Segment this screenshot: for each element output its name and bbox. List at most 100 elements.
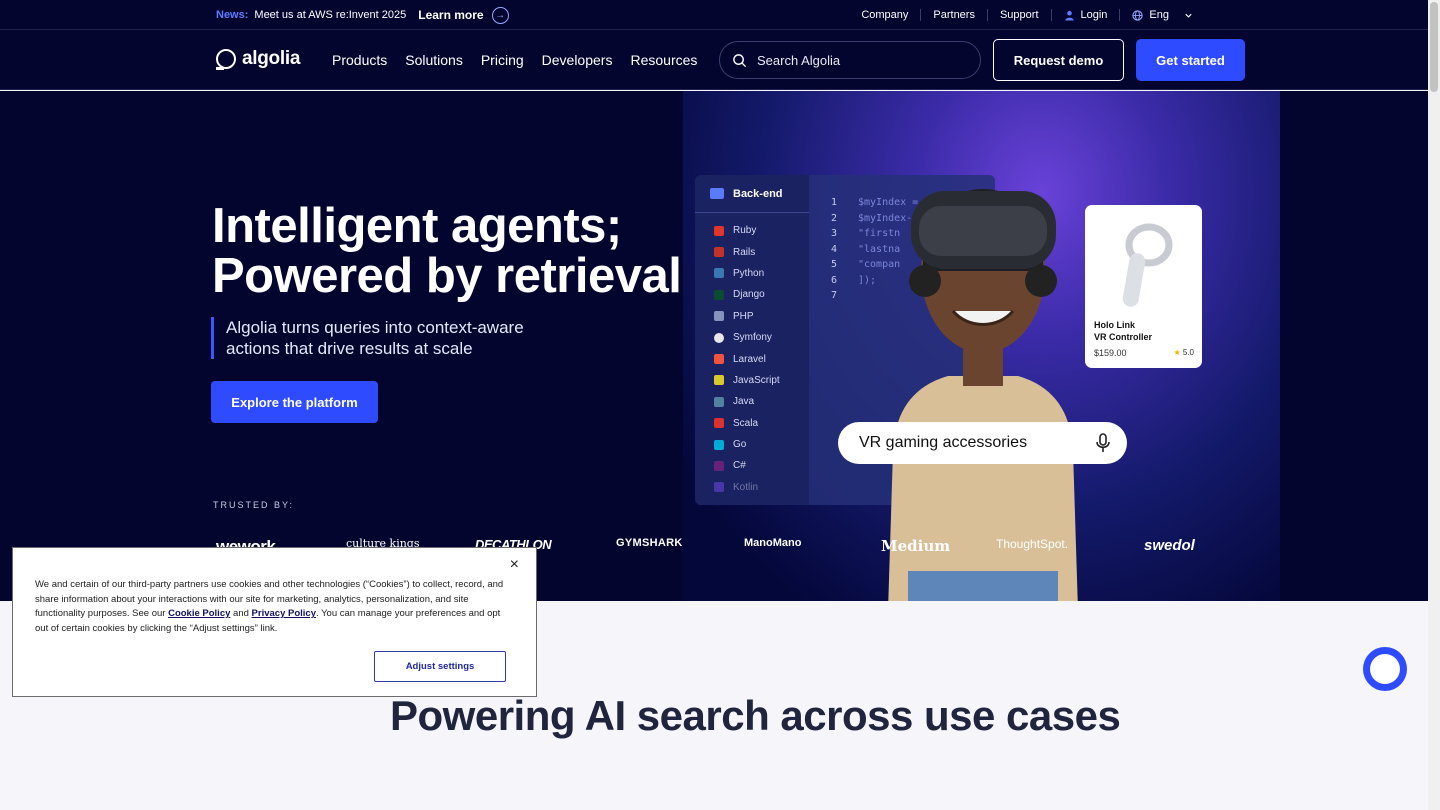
algolia-logo[interactable]: algolia <box>216 48 300 70</box>
scrollbar-thumb[interactable] <box>1430 2 1438 92</box>
language-label: Laravel <box>733 353 766 365</box>
python-icon <box>714 268 724 279</box>
chevron-down-icon <box>1185 13 1192 18</box>
language-label: JavaScript <box>733 374 780 386</box>
news-text: Meet us at AWS re:Invent 2025 <box>254 9 407 21</box>
partners-link[interactable]: Partners <box>920 9 987 21</box>
news-announcement: News: Meet us at AWS re:Invent 2025 Lear… <box>216 0 509 30</box>
cookie-policy-link[interactable]: Cookie Policy <box>168 608 230 619</box>
php-icon <box>714 311 724 322</box>
manomano-logo: ManoMano <box>744 537 802 549</box>
language-item: Django <box>695 284 809 305</box>
language-item: Scala <box>695 413 809 434</box>
news-tag: News: <box>216 9 249 21</box>
request-demo-button[interactable]: Request demo <box>993 39 1124 81</box>
line-number: 7 <box>831 290 838 301</box>
search-box[interactable] <box>719 41 981 79</box>
laravel-icon <box>714 354 724 365</box>
language-label: Kotlin <box>733 481 759 493</box>
learn-more-link[interactable]: Learn more <box>418 8 483 22</box>
company-label: Company <box>861 9 909 21</box>
nav-item-solutions[interactable]: Solutions <box>405 52 463 68</box>
language-selector[interactable]: Eng <box>1119 9 1206 21</box>
language-label: Java <box>733 396 755 408</box>
login-link[interactable]: Login <box>1050 9 1120 21</box>
language-item: Symfony <box>695 327 809 348</box>
product-card[interactable]: Holo Link VR Controller $159.00 ★ 5.0 <box>1085 205 1202 368</box>
page-scrollbar[interactable] <box>1428 0 1440 810</box>
language-label: Symfony <box>733 332 772 344</box>
product-rating: ★ 5.0 <box>1173 348 1194 357</box>
close-icon[interactable]: × <box>510 556 519 574</box>
product-name: Holo Link VR Controller <box>1094 319 1152 343</box>
gymshark-logo: GYMSHARK <box>616 537 683 549</box>
language-item: Ruby <box>695 220 809 241</box>
line-number: 3 <box>831 228 838 239</box>
scala-icon <box>714 418 724 429</box>
hero-title-line-1: Intelligent agents; <box>212 199 622 253</box>
ruby-icon <box>714 225 724 236</box>
hero-section: Intelligent agents; Powered by retrieval… <box>0 91 1428 601</box>
company-link[interactable]: Company <box>849 9 920 21</box>
microphone-icon[interactable] <box>1095 433 1111 453</box>
swedol-logo: swedol <box>1144 537 1195 554</box>
language-label: PHP <box>733 310 754 322</box>
main-nav: algolia Products Solutions Pricing Devel… <box>0 30 1428 90</box>
panel-title: Back-end <box>733 187 783 200</box>
language-label: Rails <box>733 246 756 258</box>
chat-bubble-icon <box>1370 654 1400 684</box>
chat-widget-button[interactable] <box>1363 647 1407 691</box>
algolia-logo-icon <box>216 49 236 70</box>
rating-value: 5.0 <box>1182 348 1194 357</box>
cookie-text-and: and <box>230 608 252 620</box>
nav-item-pricing[interactable]: Pricing <box>481 52 524 68</box>
language-item: Laravel <box>695 348 809 369</box>
language-item: Java <box>695 391 809 412</box>
user-icon <box>1064 10 1074 21</box>
arrow-right-icon[interactable]: → <box>491 6 509 24</box>
explore-platform-button[interactable]: Explore the platform <box>211 381 378 423</box>
utility-nav: Company Partners Support Login Eng <box>849 0 1206 30</box>
symfony-icon <box>714 332 724 343</box>
search-input[interactable] <box>757 52 947 68</box>
line-number: 4 <box>831 243 838 255</box>
nav-menu: Products Solutions Pricing Developers Re… <box>332 30 697 90</box>
vr-controller-image <box>1122 223 1173 307</box>
adjust-settings-button[interactable]: Adjust settings <box>374 651 506 682</box>
javascript-icon <box>714 375 724 386</box>
news-bar: News: Meet us at AWS re:Invent 2025 Lear… <box>0 0 1428 30</box>
language-items: Ruby Rails Python Django PHP Symfony Lar… <box>695 213 809 498</box>
thoughtspot-logo: ThoughtSpot. <box>996 537 1069 551</box>
language-label: Eng <box>1149 9 1169 21</box>
medium-logo: Medium <box>881 537 951 555</box>
trusted-by-label: TRUSTED BY: <box>213 500 295 510</box>
language-label: Python <box>733 267 765 279</box>
partners-label: Partners <box>933 9 975 21</box>
go-icon <box>714 439 724 450</box>
privacy-policy-link[interactable]: Privacy Policy <box>252 608 316 619</box>
get-started-button[interactable]: Get started <box>1136 39 1245 81</box>
star-icon: ★ <box>1173 348 1181 357</box>
language-item: Kotlin <box>695 477 809 498</box>
language-label: Django <box>733 289 765 301</box>
language-item: Go <box>695 434 809 455</box>
language-label: Scala <box>733 417 759 429</box>
language-label: C# <box>733 460 746 472</box>
language-item: Python <box>695 263 809 284</box>
language-list: Back-end Ruby Rails Python Django PHP Sy… <box>695 175 809 505</box>
search-icon <box>733 53 747 67</box>
line-number: 6 <box>831 274 838 286</box>
nav-item-developers[interactable]: Developers <box>542 52 613 68</box>
voice-search-bar[interactable]: VR gaming accessories <box>838 422 1127 464</box>
language-item: JavaScript <box>695 370 809 391</box>
nav-item-resources[interactable]: Resources <box>630 52 697 68</box>
line-number: 1 <box>831 197 838 208</box>
support-link[interactable]: Support <box>986 9 1051 21</box>
section-title: Powering AI search across use cases <box>390 692 1121 739</box>
java-icon <box>714 396 724 407</box>
nav-item-products[interactable]: Products <box>332 52 387 68</box>
language-label: Ruby <box>733 225 757 237</box>
hero-title-line-2: Powered by retrieval <box>212 249 682 303</box>
panel-header: Back-end <box>695 175 809 213</box>
product-name-line-1: Holo Link <box>1094 320 1135 330</box>
